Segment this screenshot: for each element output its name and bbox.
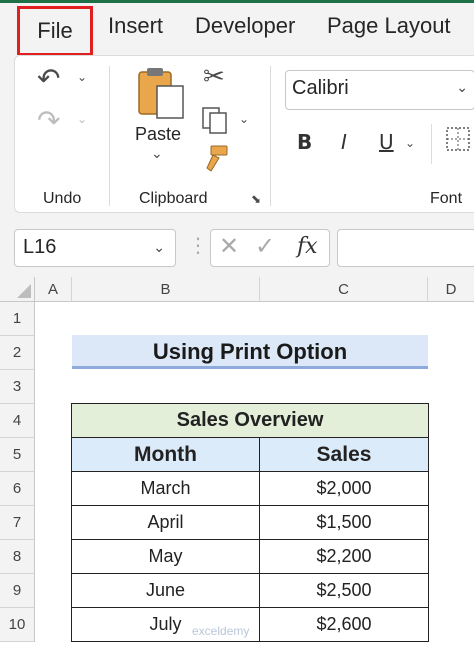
- divider: [431, 124, 432, 164]
- font-name-select[interactable]: Calibri ⌄: [285, 70, 474, 110]
- row-header[interactable]: 7: [0, 506, 35, 540]
- row-header[interactable]: 3: [0, 370, 35, 404]
- copy-icon[interactable]: [201, 106, 229, 134]
- header-sales[interactable]: Sales: [259, 437, 429, 472]
- row-header[interactable]: 4: [0, 404, 35, 438]
- row-header[interactable]: 8: [0, 540, 35, 574]
- row-header[interactable]: 1: [0, 302, 35, 336]
- ribbon-panel: ↶ ⌄ ↷ ⌄ Undo Paste ⌄ ✂ ⌄ Clipboard ⬊ Cal…: [14, 55, 474, 213]
- column-header-d[interactable]: D: [428, 277, 474, 302]
- chevron-down-icon: ⌄: [456, 79, 468, 95]
- table-row: June $2,500: [71, 573, 429, 608]
- column-header-b[interactable]: B: [72, 277, 260, 302]
- insert-function-button[interactable]: fx: [297, 234, 318, 259]
- worksheet-grid: A B C D 1 2 3 4 5 6 7 8 9 10 Using Print…: [0, 277, 474, 654]
- month-cell[interactable]: May: [71, 539, 260, 574]
- tab-file-label: File: [37, 18, 73, 43]
- undo-icon[interactable]: ↶: [37, 62, 60, 95]
- sales-cell[interactable]: $2,500: [259, 573, 429, 608]
- table-caption[interactable]: Sales Overview: [71, 403, 429, 438]
- table-row: April $1,500: [71, 505, 429, 540]
- row-header[interactable]: 10: [0, 608, 35, 642]
- tab-page-layout[interactable]: Page Layout: [327, 13, 451, 39]
- more-options-icon[interactable]: ⋮: [188, 233, 208, 257]
- row-header[interactable]: 9: [0, 574, 35, 608]
- italic-button[interactable]: I: [341, 130, 347, 154]
- sales-table: Sales Overview Month Sales March $2,000 …: [71, 403, 429, 642]
- name-box[interactable]: L16 ⌄: [14, 229, 176, 267]
- bold-button[interactable]: B: [297, 130, 312, 154]
- ribbon-tabs: File Insert Developer Page Layout: [0, 3, 474, 56]
- month-cell[interactable]: March: [71, 471, 260, 506]
- borders-icon[interactable]: [445, 126, 471, 152]
- ribbon: ↶ ⌄ ↷ ⌄ Undo Paste ⌄ ✂ ⌄ Clipboard ⬊ Cal…: [0, 55, 474, 215]
- table-row: March $2,000: [71, 471, 429, 506]
- redo-icon[interactable]: ↷: [37, 104, 60, 137]
- clipboard-launcher-icon[interactable]: ⬊: [251, 192, 261, 206]
- tab-insert[interactable]: Insert: [108, 13, 163, 39]
- undo-dropdown-icon[interactable]: ⌄: [77, 70, 87, 84]
- paste-icon[interactable]: [135, 66, 187, 122]
- sheet-title[interactable]: Using Print Option: [72, 335, 428, 369]
- underline-button[interactable]: U: [379, 130, 394, 154]
- row-header[interactable]: 6: [0, 472, 35, 506]
- group-divider: [270, 66, 271, 206]
- select-all-corner[interactable]: [0, 277, 35, 302]
- font-group-label: Font: [430, 190, 463, 207]
- column-header-a[interactable]: A: [35, 277, 72, 302]
- formula-input[interactable]: [337, 229, 474, 267]
- table-row: May $2,200: [71, 539, 429, 574]
- redo-dropdown-icon: ⌄: [77, 112, 88, 126]
- watermark: exceldemy: [192, 624, 250, 638]
- sales-cell[interactable]: $1,500: [259, 505, 429, 540]
- sales-cell[interactable]: $2,200: [259, 539, 429, 574]
- name-box-value: L16: [23, 236, 57, 258]
- copy-dropdown-icon[interactable]: ⌄: [239, 112, 249, 126]
- tab-file[interactable]: File: [17, 6, 93, 56]
- header-month[interactable]: Month: [71, 437, 260, 472]
- month-cell[interactable]: June: [71, 573, 260, 608]
- group-divider: [109, 66, 110, 206]
- underline-dropdown-icon[interactable]: ⌄: [405, 136, 415, 150]
- month-cell[interactable]: April: [71, 505, 260, 540]
- tab-developer[interactable]: Developer: [195, 13, 295, 39]
- row-header[interactable]: 5: [0, 438, 35, 472]
- row-header[interactable]: 2: [0, 336, 35, 370]
- format-painter-icon[interactable]: [201, 144, 231, 174]
- clipboard-group-label: Clipboard: [139, 190, 208, 207]
- paste-dropdown-icon[interactable]: ⌄: [151, 146, 163, 162]
- chevron-down-icon: ⌄: [153, 239, 165, 255]
- formula-actions: ✕ ✓ fx: [210, 229, 330, 267]
- font-name-value: Calibri: [292, 77, 349, 99]
- enter-icon[interactable]: ✓: [255, 232, 275, 260]
- paste-label[interactable]: Paste: [135, 124, 181, 145]
- cancel-icon[interactable]: ✕: [219, 232, 239, 260]
- column-header-c[interactable]: C: [260, 277, 428, 302]
- table-row: July $2,600: [71, 607, 429, 642]
- formula-bar: L16 ⌄ ⋮ ✕ ✓ fx: [0, 215, 474, 277]
- sales-cell[interactable]: $2,000: [259, 471, 429, 506]
- cut-icon[interactable]: ✂: [203, 62, 225, 92]
- sales-cell[interactable]: $2,600: [259, 607, 429, 642]
- undo-group-label: Undo: [43, 190, 82, 207]
